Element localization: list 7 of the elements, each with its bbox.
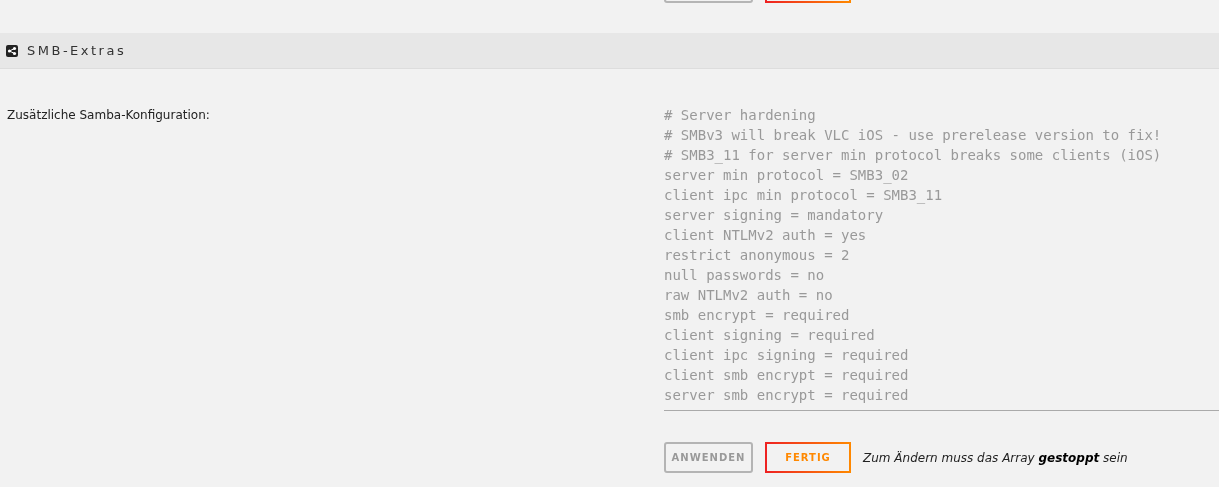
array-stopped-note: Zum Ändern muss das Array gestoppt sein bbox=[863, 450, 1128, 465]
section-title: SMB-Extras bbox=[27, 43, 127, 58]
done-button[interactable]: FERTIG bbox=[765, 442, 851, 473]
share-icon bbox=[6, 44, 18, 57]
apply-button[interactable]: ANWENDEN bbox=[664, 442, 753, 473]
setting-label: Zusätzliche Samba-Konfiguration: bbox=[7, 107, 211, 124]
config-textarea[interactable]: # Server hardening # SMBv3 will break VLC iOS - use prerelease version to fix! # SMB3_11 for server min protocol breaks some clients (iOS) server min protocol = SMB3_02 client ipc min protocol = SMB3_11 server signing = mandatory client NTLMv2 auth = yes restrict anonymous = 2 null passwords = no raw NTLMv2 auth = no smb encrypt = required client signing = required client ipc signing = required client smb encrypt = required server smb encrypt = required bbox=[664, 105, 1219, 411]
